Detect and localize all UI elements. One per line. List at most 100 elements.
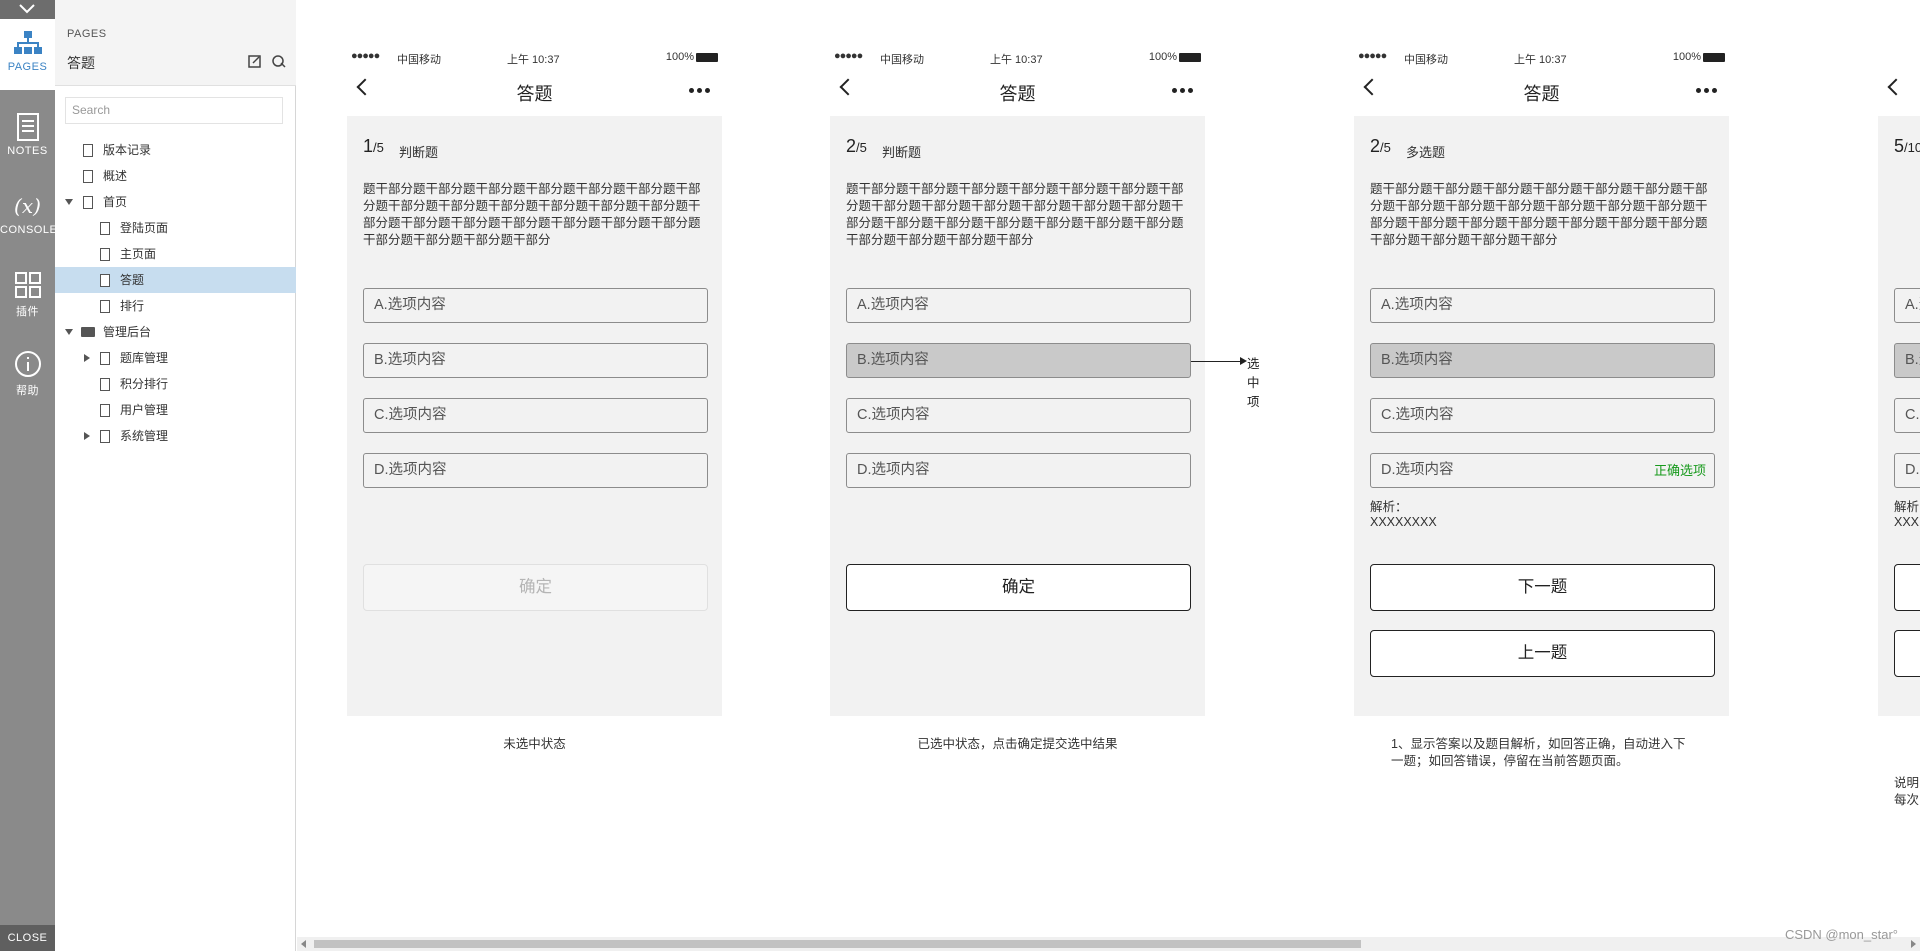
- option-d[interactable]: D.选项内容: [363, 453, 708, 488]
- caret-down-icon[interactable]: [65, 328, 73, 336]
- search-input[interactable]: Search: [65, 97, 283, 124]
- carrier-label: 中国移动: [1404, 54, 1448, 66]
- page-icon: [100, 248, 110, 261]
- tree-item-home[interactable]: 首页: [55, 189, 296, 215]
- page-icon: [83, 144, 93, 157]
- left-rail: PAGES NOTES (x) CONSOLE 插件 帮助 CLOSE: [0, 0, 57, 951]
- signal-icon: ●●●●●: [351, 50, 380, 62]
- tree-item-label: 排行: [120, 299, 145, 313]
- option-a[interactable]: A.选项内容: [1370, 288, 1715, 323]
- tree-item-label: 题库管理: [120, 351, 169, 365]
- confirm-button[interactable]: 确定: [846, 564, 1191, 611]
- option-d[interactable]: D.选项内容 正确选项: [1370, 453, 1715, 488]
- option-b-selected[interactable]: B.选项内容: [1370, 343, 1715, 378]
- tree-item-users[interactable]: 用户管理: [55, 397, 296, 423]
- battery-label: 100%: [1672, 51, 1701, 63]
- tree-item-label: 用户管理: [120, 403, 169, 417]
- question-number: 2/5: [1370, 136, 1391, 156]
- tree-item-login[interactable]: 登陆页面: [55, 215, 296, 241]
- page-icon: [100, 222, 110, 235]
- signal-icon: ●●●●●: [1358, 50, 1387, 62]
- tree-item-points-rank[interactable]: 积分排行: [55, 371, 296, 397]
- page-icon: [100, 352, 110, 365]
- caret-right-icon[interactable]: [83, 354, 91, 362]
- page-icon: [100, 404, 110, 417]
- more-icon[interactable]: [686, 88, 710, 93]
- confirm-button[interactable]: 确定: [363, 564, 708, 611]
- option-b[interactable]: B.选项内容: [363, 343, 708, 378]
- watermark: CSDN @mon_star°: [1784, 927, 1898, 942]
- time-label: 上午 10:37: [1514, 54, 1567, 66]
- tree-item-main[interactable]: 主页面: [55, 241, 296, 267]
- tree-item-question-bank[interactable]: 题库管理: [55, 345, 296, 371]
- scroll-right-icon[interactable]: [1911, 940, 1916, 948]
- horizontal-scrollbar[interactable]: [297, 937, 1920, 951]
- notes-icon: [16, 113, 39, 141]
- prev-question-button[interactable]: 上一题: [1370, 630, 1715, 677]
- prev-question-button[interactable]: [1894, 630, 1920, 677]
- option-d[interactable]: D.选项内容: [846, 453, 1191, 488]
- battery-label: 100%: [1148, 51, 1177, 63]
- back-icon[interactable]: [1887, 78, 1905, 96]
- status-bar: ●●●●● 中国移动 上午 10:37 100%: [1354, 50, 1729, 66]
- tree-item-admin[interactable]: 管理后台: [55, 319, 296, 345]
- add-page-icon[interactable]: [247, 54, 262, 68]
- question-body: 2/5 多选题 题干部分题干部分题干部分题干部分题干部分题干部分题干部分题干部分…: [1354, 116, 1729, 716]
- caret-right-icon[interactable]: [83, 432, 91, 440]
- option-c[interactable]: C.选项内容: [1370, 398, 1715, 433]
- scroll-thumb[interactable]: [314, 940, 1361, 948]
- tree-item-label: 主页面: [120, 247, 157, 261]
- tree-item-label: 管理后台: [103, 325, 152, 339]
- battery-icon: [1703, 53, 1725, 62]
- page-title: 答题: [67, 55, 95, 71]
- tree-item-rank[interactable]: 排行: [55, 293, 296, 319]
- rail-notes[interactable]: NOTES: [0, 103, 55, 173]
- option-b-selected[interactable]: B.选项内容: [1894, 343, 1920, 378]
- battery-label: 100%: [665, 51, 694, 63]
- analysis-label: 解析：: [1370, 500, 1408, 514]
- next-question-button[interactable]: 下一题: [1370, 564, 1715, 611]
- option-a[interactable]: A.选项内容: [363, 288, 708, 323]
- close-button[interactable]: CLOSE: [0, 925, 55, 951]
- tree-item-answer[interactable]: 答题: [55, 267, 296, 293]
- pages-panel: PAGES 答题 Search 版本记录 概述 首页 登陆页面 主页面 答题 排…: [55, 0, 296, 951]
- question-number: 1/5: [363, 136, 384, 156]
- analysis-value: XXXXXXXX: [1370, 515, 1437, 529]
- option-d[interactable]: D.选项内容: [1894, 453, 1920, 488]
- collapse-toggle[interactable]: [0, 0, 55, 19]
- time-label: 上午 10:37: [507, 54, 560, 66]
- page-icon: [83, 170, 93, 183]
- option-c[interactable]: C.选项内容: [363, 398, 708, 433]
- nav-bar: 答题: [347, 78, 722, 106]
- question-body: 2/5 判断题 题干部分题干部分题干部分题干部分题干部分题干部分题干部分题干部分…: [830, 116, 1205, 716]
- folder-icon: [81, 327, 95, 337]
- rail-plugins[interactable]: 插件: [0, 261, 55, 331]
- option-a[interactable]: A.选项内容: [1894, 288, 1920, 323]
- page-icon: [100, 274, 110, 287]
- rail-help[interactable]: 帮助: [0, 340, 55, 410]
- more-icon[interactable]: [1693, 88, 1717, 93]
- status-bar: ●●●●● 中国移动 上午 10:37 100%: [347, 50, 722, 66]
- option-a[interactable]: A.选项内容: [846, 288, 1191, 323]
- option-c[interactable]: C.选项内容: [1894, 398, 1920, 433]
- option-c[interactable]: C.选项内容: [846, 398, 1191, 433]
- tree-item-overview[interactable]: 概述: [55, 163, 296, 189]
- add-folder-icon[interactable]: [272, 54, 286, 68]
- tree-item-version-log[interactable]: 版本记录: [55, 137, 296, 163]
- panel-caption: PAGES: [67, 28, 107, 40]
- option-b-selected[interactable]: B.选项内容: [846, 343, 1191, 378]
- nav-title: 答题: [1523, 84, 1560, 104]
- more-icon[interactable]: [1169, 88, 1193, 93]
- panel-actions: [242, 54, 286, 73]
- caret-down-icon[interactable]: [65, 198, 73, 206]
- question-body: 1/5 判断题 题干部分题干部分题干部分题干部分题干部分题干部分题干部分题干部分…: [347, 116, 722, 716]
- rail-console[interactable]: (x) CONSOLE: [0, 182, 57, 252]
- analysis: 解析： XXXXXXXX: [1370, 500, 1437, 530]
- question-text: 题干部分题干部分题干部分题干部分题干部分题干部分题干部分题干部分题干部分题干部分…: [846, 182, 1184, 247]
- rail-plugins-label: 插件: [16, 306, 39, 318]
- status-bar: ●●●●● 中国移动 上午 10:37 100%: [830, 50, 1205, 66]
- tree-item-system[interactable]: 系统管理: [55, 423, 296, 449]
- next-question-button[interactable]: [1894, 564, 1920, 611]
- rail-pages[interactable]: PAGES: [0, 19, 55, 90]
- scroll-left-icon[interactable]: [301, 940, 306, 948]
